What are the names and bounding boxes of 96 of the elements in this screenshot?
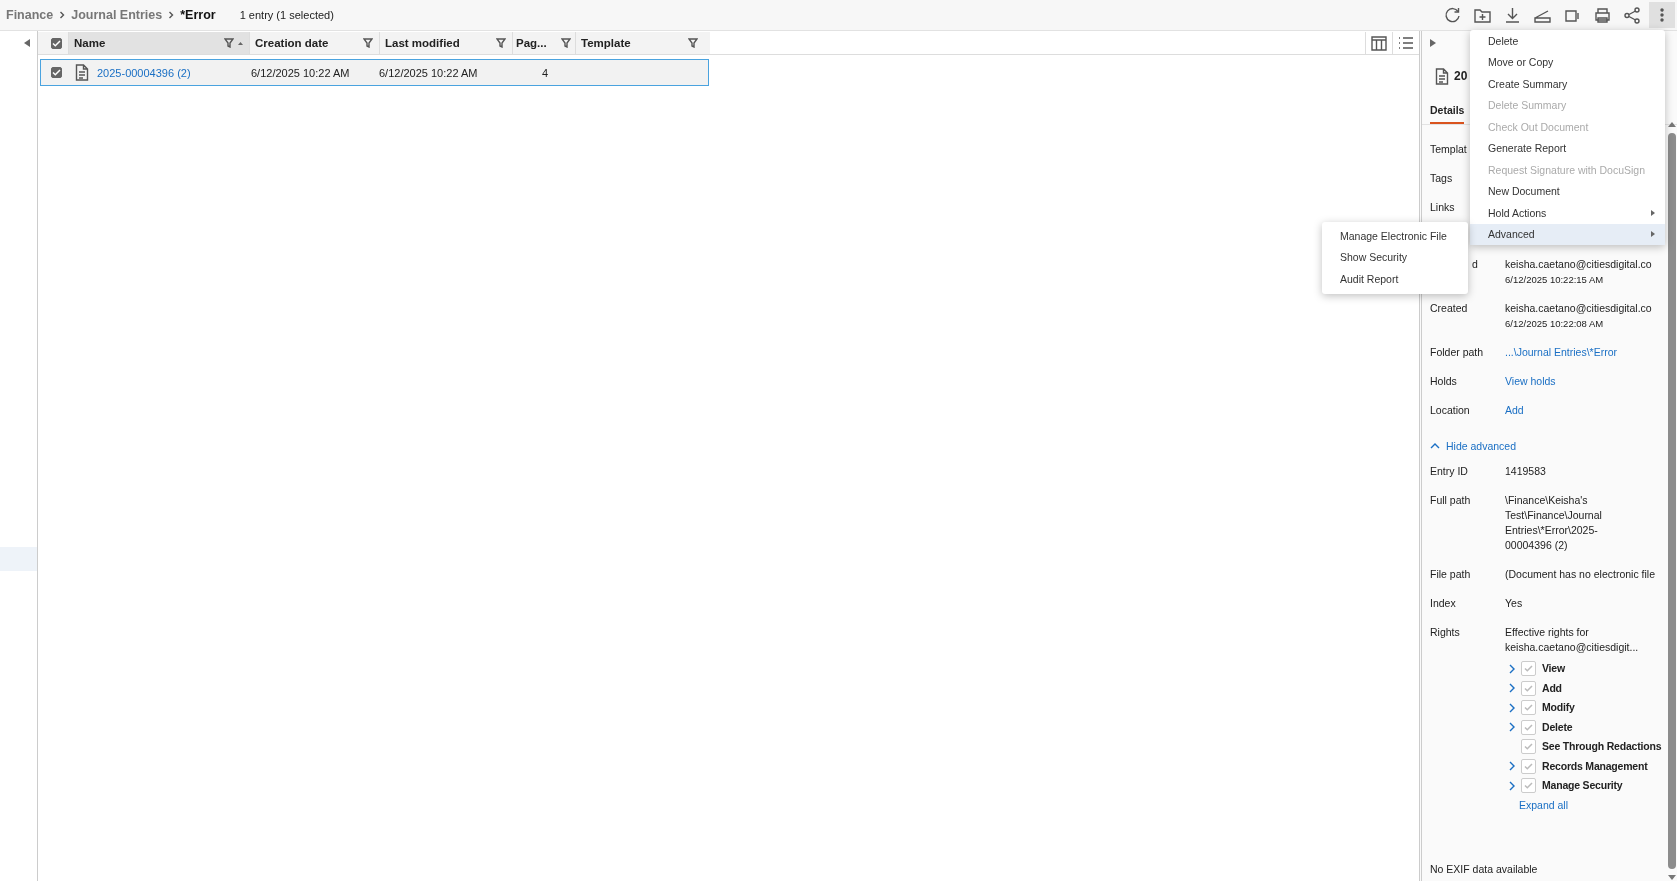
hide-advanced-toggle[interactable]: Hide advanced <box>1430 440 1517 452</box>
field-label: File path <box>1430 567 1471 582</box>
breadcrumb-link[interactable]: *Error <box>180 8 216 22</box>
chevron-right-icon[interactable] <box>1509 683 1515 694</box>
field-value: \Finance\Keisha's Test\Finance\Journal Entries\*Error\2025-00004396 (2) <box>1505 493 1603 553</box>
field-label: Rights <box>1430 625 1460 640</box>
field-label: Index <box>1430 596 1456 611</box>
triangle-left-icon <box>24 39 30 47</box>
checkmark-icon <box>52 67 61 77</box>
submenu-arrow-icon <box>1651 231 1655 238</box>
field-value: Yes <box>1505 597 1523 609</box>
table-cell-text: 6/12/2025 10:22 AM <box>378 66 479 79</box>
scrollbar-thumb[interactable] <box>1668 133 1676 869</box>
filter-icon <box>561 38 571 48</box>
menu-item[interactable]: Manage Electronic File <box>1322 225 1468 247</box>
chevron-up-icon <box>1430 443 1440 449</box>
triangle-right-icon <box>1430 38 1436 47</box>
right-label: Add <box>1542 680 1562 696</box>
menu-item[interactable]: Show Security <box>1322 246 1468 268</box>
field-value: (Document has no electronic file <box>1505 568 1655 580</box>
right-label: Delete <box>1542 719 1573 735</box>
field-label: Created <box>1430 301 1468 316</box>
breadcrumb-link[interactable]: Finance <box>6 8 54 22</box>
checkmark-icon <box>51 38 61 48</box>
sidebar-highlight <box>0 547 37 571</box>
tab[interactable]: Details <box>1430 104 1465 124</box>
field-label: Holds <box>1430 374 1457 389</box>
filter-icon <box>496 38 506 48</box>
sort-ascending-icon <box>238 41 243 45</box>
exif-note: No EXIF data available <box>1429 863 1538 877</box>
document-title: 20 <box>1454 69 1468 83</box>
chevron-right-icon[interactable] <box>1509 722 1515 733</box>
file-link[interactable]: 2025-00004396 (2) <box>97 66 191 79</box>
filter-icon <box>224 38 234 48</box>
checkbox[interactable] <box>50 37 62 49</box>
menu-item[interactable]: Create Summary <box>1470 73 1665 95</box>
chevron-right-icon[interactable] <box>1509 702 1515 713</box>
filter-icon <box>363 38 373 48</box>
chevron-right-icon <box>168 11 175 19</box>
right-label: Manage Security <box>1542 778 1623 794</box>
column-header[interactable]: Pag... <box>512 32 575 54</box>
menu-item[interactable]: Generate Report <box>1470 137 1665 159</box>
menu-item[interactable]: Audit Report <box>1322 268 1468 290</box>
expand-all-link[interactable]: Expand all <box>1519 797 1569 813</box>
right-label: View <box>1542 661 1565 677</box>
scroll-down-icon[interactable] <box>1668 875 1676 881</box>
chevron-right-icon[interactable] <box>1509 780 1515 791</box>
list-icon <box>1397 34 1415 52</box>
field-value: Effective rights for keisha.caetano@citiesdigit... <box>1505 625 1640 655</box>
more-icon <box>1660 8 1664 22</box>
right-label: Records Management <box>1542 758 1648 774</box>
scroll-up-icon[interactable] <box>1668 121 1676 127</box>
chevron-right-icon[interactable] <box>1509 761 1515 772</box>
field-link[interactable]: ...\Journal Entries\*Error <box>1505 346 1618 358</box>
breadcrumb-link[interactable]: Journal Entries <box>71 8 163 22</box>
right-label: Modify <box>1542 700 1575 716</box>
field-label: Location <box>1430 403 1470 418</box>
table-cell-text: 6/12/2025 10:22 AM <box>250 66 351 79</box>
menu-item[interactable]: New Document <box>1470 180 1665 202</box>
menu-item[interactable]: Move or Copy <box>1470 51 1665 73</box>
field-label: d <box>1472 257 1478 272</box>
filter-icon <box>688 38 698 48</box>
document-icon <box>75 64 89 81</box>
field-label: Folder path <box>1430 345 1484 360</box>
menu-item[interactable]: Hold Actions <box>1470 202 1665 224</box>
field-link[interactable]: Add <box>1505 404 1524 416</box>
table-row[interactable]: 2025-00004396 (2) 6/12/2025 10:22 AM 6/12/2025 10:22 AM 4 <box>40 59 709 86</box>
column-header[interactable]: Name <box>68 32 249 54</box>
columns-icon <box>1370 34 1388 52</box>
field-value: 1419583 <box>1505 465 1546 477</box>
menu-item[interactable]: Delete <box>1470 30 1665 52</box>
timestamp: 6/12/2025 10:22:08 AM <box>1505 318 1604 329</box>
field-label: Links <box>1430 200 1455 215</box>
menu-item[interactable]: Advanced <box>1470 223 1665 245</box>
document-icon <box>1435 67 1449 85</box>
column-header[interactable]: Template <box>575 32 704 54</box>
entry-count: 1 entry (1 selected) <box>239 9 334 21</box>
field-label: Tags <box>1430 171 1453 186</box>
field-label: Templat <box>1430 142 1467 157</box>
chevron-right-icon <box>59 11 66 19</box>
chevron-right-icon[interactable] <box>1509 663 1515 674</box>
column-header[interactable]: Creation date <box>249 32 379 54</box>
share-icon <box>1622 5 1642 25</box>
print-icon <box>1592 5 1612 25</box>
table-cell-text: 4 <box>540 66 548 79</box>
field-value: keisha.caetano@citiesdigital.co <box>1505 302 1652 314</box>
checkbox[interactable] <box>51 66 62 78</box>
submenu-arrow-icon <box>1651 209 1655 216</box>
right-label: See Through Redactions <box>1542 739 1662 755</box>
field-label: Full path <box>1430 493 1471 508</box>
field-link[interactable]: View holds <box>1505 375 1556 387</box>
column-header[interactable]: Last modified <box>379 32 512 54</box>
expand-panel-button[interactable] <box>1430 38 1436 47</box>
field-label: Entry ID <box>1430 464 1468 479</box>
field-value: keisha.caetano@citiesdigital.co <box>1505 258 1652 270</box>
timestamp: 6/12/2025 10:22:15 AM <box>1505 274 1604 285</box>
